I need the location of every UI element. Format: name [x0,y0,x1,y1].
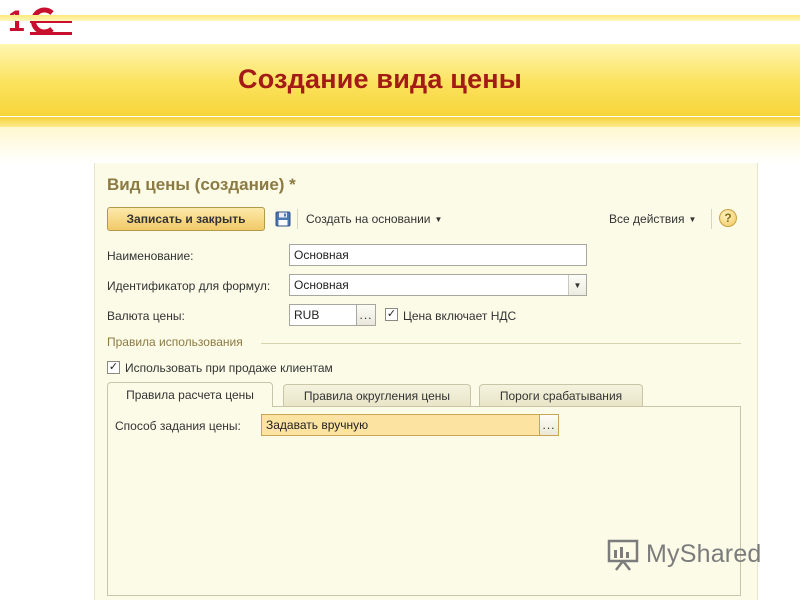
tab-price-calc-rules[interactable]: Правила расчета цены [107,382,273,407]
vat-included-checkbox[interactable]: ✓ [385,308,398,321]
currency-select-button[interactable]: ... [356,304,376,326]
tab-price-rounding-rules[interactable]: Правила округления цены [283,384,471,406]
chevron-down-icon: ▼ [434,215,443,224]
checkmark-icon: ✓ [108,361,119,373]
use-for-sales-checkbox[interactable]: ✓ [107,361,120,374]
toolbar-separator [711,209,712,229]
watermark-text: MyShared [646,540,762,568]
formula-id-input[interactable]: Основная ▼ [289,274,587,296]
save-and-close-button[interactable]: Записать и закрыть [107,207,265,231]
price-type-form: Вид цены (создание) * Записать и закрыть… [94,163,758,600]
banner-fade [0,127,800,163]
chevron-down-icon: ▼ [688,215,697,224]
all-actions-menu[interactable]: Все действия ▼ [609,212,696,226]
currency-label: Валюта цены: [107,309,185,323]
price-method-select-button[interactable]: ... [539,414,559,436]
tab-triggers[interactable]: Пороги срабатывания [479,384,643,406]
currency-input[interactable]: RUB [289,304,357,326]
use-for-sales-label: Использовать при продаже клиентам [125,361,333,375]
header-stripe [0,15,800,21]
create-on-basis-label: Создать на основании [306,212,431,226]
form-title: Вид цены (создание) * [107,175,296,194]
create-on-basis-menu[interactable]: Создать на основании ▼ [306,212,442,226]
name-label: Наименование: [107,249,194,263]
formula-id-value: Основная [294,278,349,292]
usage-rules-group-title: Правила использования [107,335,243,349]
group-divider [261,343,741,344]
toolbar-separator [297,209,298,229]
price-method-label: Способ задания цены: [115,419,241,433]
vat-included-label: Цена включает НДС [403,309,517,323]
help-icon[interactable]: ? [719,209,737,227]
dropdown-arrow-icon[interactable]: ▼ [568,275,586,295]
floppy-disk-icon[interactable] [275,211,291,227]
all-actions-label: Все действия [609,212,685,226]
checkmark-icon: ✓ [386,308,397,320]
presentation-board-icon [607,539,639,571]
banner-stripe [0,117,800,127]
formula-id-label: Идентификатор для формул: [107,279,271,293]
name-input[interactable]: Основная [289,244,587,266]
price-method-input[interactable]: Задавать вручную [261,414,543,436]
slide-title: Создание вида цены [238,64,523,94]
